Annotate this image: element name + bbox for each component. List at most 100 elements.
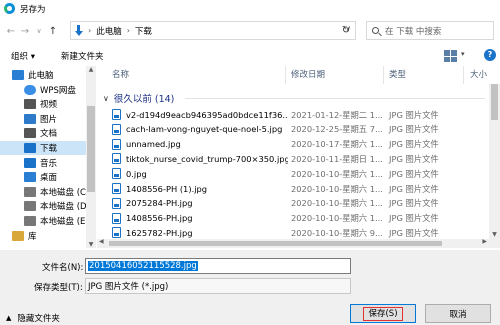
file-row[interactable]: v2-d194d9eacb946395ad0bdce11f36... 2021-0… <box>97 108 500 121</box>
save-button-label: 保存(S) <box>363 306 403 321</box>
desktop-icon <box>24 172 36 183</box>
file-date: 2020-10-10-星期六 1... <box>291 213 383 224</box>
file-list-horizontal-scrollbar[interactable]: ◀ ▶ <box>97 238 489 248</box>
nav-item-label: 文档 <box>40 129 58 140</box>
file-row[interactable]: 2075284-PH.jpg 2020-10-10-星期六 1... JPG 图片文… <box>97 197 500 210</box>
breadcrumb-separator: › <box>88 26 92 35</box>
back-arrow-icon[interactable]: ← <box>4 22 18 40</box>
file-row[interactable]: tiktok_nurse_covid_trump-700×350.jpg 2020… <box>97 152 500 165</box>
file-date: 2020-10-17-星期六 1... <box>291 139 383 150</box>
image-file-icon <box>112 183 121 194</box>
nav-item-label: 本地磁盘 (D <box>40 202 87 213</box>
nav-item-label: 库 <box>28 231 37 242</box>
hide-folders-toggle[interactable]: ▲ 隐藏文件夹 <box>6 312 60 324</box>
nav-item[interactable]: 本地磁盘 (D <box>0 199 96 213</box>
video-icon <box>24 99 36 110</box>
nav-item-label: 本地磁盘 (C <box>40 187 86 198</box>
nav-item[interactable]: 库 <box>0 229 96 243</box>
file-type: JPG 图片文件 <box>389 124 439 135</box>
image-file-icon <box>112 168 121 180</box>
column-divider[interactable] <box>463 66 464 84</box>
organize-menu-button[interactable]: 组织 ▾ <box>11 50 35 62</box>
column-divider[interactable] <box>383 66 384 84</box>
address-path[interactable]: › 此电脑 › 下载 ∨ <box>70 21 356 40</box>
column-header-date[interactable]: 修改日期 <box>291 68 325 82</box>
image-file-icon <box>112 212 121 224</box>
file-date: 2020-10-10-星期六 1... <box>291 168 383 179</box>
filename-value[interactable]: 20150416052115528.jpg <box>88 261 198 271</box>
nav-item[interactable]: WPS网盘 <box>0 83 96 97</box>
filetype-value: JPG 图片文件 (*.jpg) <box>88 282 169 292</box>
file-date: 2021-01-12-星期二 1... <box>291 109 383 120</box>
nav-item[interactable]: 此电脑 <box>0 68 96 82</box>
forward-arrow-icon[interactable]: → <box>18 22 32 40</box>
file-type: JPG 图片文件 <box>389 109 439 120</box>
cancel-button[interactable]: 取消 <box>425 304 491 323</box>
filetype-select[interactable]: JPG 图片文件 (*.jpg) <box>85 278 351 294</box>
recent-locations-chevron-icon[interactable]: ∨ <box>32 22 46 40</box>
file-row[interactable]: 1625782-PH.jpg 2020-10-10-星期六 9... JPG 图片文… <box>97 226 500 239</box>
column-header-name[interactable]: 名称 <box>112 68 129 82</box>
file-type: JPG 图片文件 <box>389 168 439 179</box>
view-options-icon[interactable] <box>444 50 457 62</box>
nav-item[interactable]: 本地磁盘 (C <box>0 185 96 199</box>
file-row[interactable]: 1408556-PH (1).jpg 2020-10-10-星期六 1... JPG… <box>97 182 500 195</box>
window-title: 另存为 <box>20 4 46 15</box>
image-file-icon <box>112 138 121 150</box>
group-header[interactable]: ∨ 很久以前 (14) <box>103 91 485 105</box>
file-type: JPG 图片文件 <box>389 227 439 238</box>
file-type: JPG 图片文件 <box>389 139 439 150</box>
nav-item[interactable]: 桌面 <box>0 170 96 184</box>
file-row[interactable]: unnamed.jpg2020-10-17-星期六 1...JPG 图片文件1 <box>97 138 500 151</box>
refresh-icon[interactable]: ↻ <box>337 25 355 37</box>
nav-item[interactable]: 下载 <box>0 141 96 155</box>
breadcrumb-this-pc[interactable]: 此电脑 <box>96 25 122 37</box>
search-box[interactable]: 在 下载 中搜索 <box>366 21 494 40</box>
column-header-type[interactable]: 类型 <box>389 68 406 82</box>
column-header-size[interactable]: 大小 <box>470 68 487 82</box>
scrollbar-thumb[interactable] <box>491 84 498 120</box>
nav-item[interactable]: 音乐 <box>0 156 96 170</box>
new-folder-button[interactable]: 新建文件夹 <box>61 50 104 62</box>
scroll-up-arrow-icon[interactable]: ▲ <box>86 66 96 73</box>
file-name: unnamed.jpg <box>126 139 181 150</box>
filename-input[interactable]: 20150416052115528.jpg <box>85 258 351 274</box>
navigation-scrollbar[interactable]: ▲ ▼ <box>86 66 96 248</box>
scroll-right-arrow-icon[interactable]: ▶ <box>482 238 487 245</box>
column-divider[interactable] <box>285 66 286 84</box>
scrollbar-thumb[interactable] <box>109 241 442 246</box>
filetype-label: 保存类型(T): <box>34 283 83 293</box>
file-row[interactable]: 1408556-PH.jpg 2020-10-10-星期六 1... JPG 图片文… <box>97 212 500 225</box>
navigation-pane: 此电脑 WPS网盘 视频 图片文档 下载 音乐桌面本地磁盘 (C 本地磁盘 (D 本地磁盘 (… <box>0 66 96 246</box>
command-bar: 组织 ▾ 新建文件夹 ▾ ? <box>0 46 500 66</box>
file-name: 1408556-PH.jpg <box>126 213 193 224</box>
nav-item[interactable]: 图片 <box>0 112 96 126</box>
nav-item-label: 桌面 <box>40 173 58 184</box>
file-row[interactable]: 0.jpg2020-10-10-星期六 1...JPG 图片文件1 <box>97 167 500 180</box>
view-dropdown-icon[interactable]: ▾ <box>461 50 465 58</box>
up-arrow-icon[interactable]: ↑ <box>46 22 60 40</box>
nav-item[interactable]: 视频 <box>0 97 96 111</box>
file-name: 2075284-PH.jpg <box>126 198 193 209</box>
breadcrumb-downloads[interactable]: 下载 <box>135 25 152 37</box>
nav-item[interactable]: 文档 <box>0 126 96 140</box>
scroll-left-arrow-icon[interactable]: ◀ <box>99 238 104 245</box>
caret-up-icon: ▲ <box>6 314 12 322</box>
scrollbar-thumb[interactable] <box>87 106 95 192</box>
search-placeholder: 在 下载 中搜索 <box>385 26 442 37</box>
file-name: v2-d194d9eacb946395ad0bdce11f36... <box>126 109 288 120</box>
help-icon[interactable]: ? <box>484 49 496 61</box>
file-date: 2020-10-11-星期日 1... <box>291 153 383 164</box>
collapse-chevron-icon[interactable]: ∨ <box>103 94 109 103</box>
nav-item-label: WPS网盘 <box>40 85 76 96</box>
scroll-down-arrow-icon[interactable]: ▼ <box>86 241 96 248</box>
scroll-down-arrow-icon[interactable]: ▼ <box>489 231 500 238</box>
nav-item[interactable]: 本地磁盘 (E <box>0 214 96 228</box>
file-list-vertical-scrollbar[interactable]: ▼ <box>489 84 500 248</box>
download-icon <box>24 143 36 153</box>
image-file-icon <box>112 227 121 239</box>
computer-icon <box>12 70 24 80</box>
file-name: 0.jpg <box>126 168 147 179</box>
file-row[interactable]: cach-lam-vong-nguyet-que-noel-5.jpg 2020-… <box>97 123 500 136</box>
save-button[interactable]: 保存(S) <box>350 304 416 323</box>
